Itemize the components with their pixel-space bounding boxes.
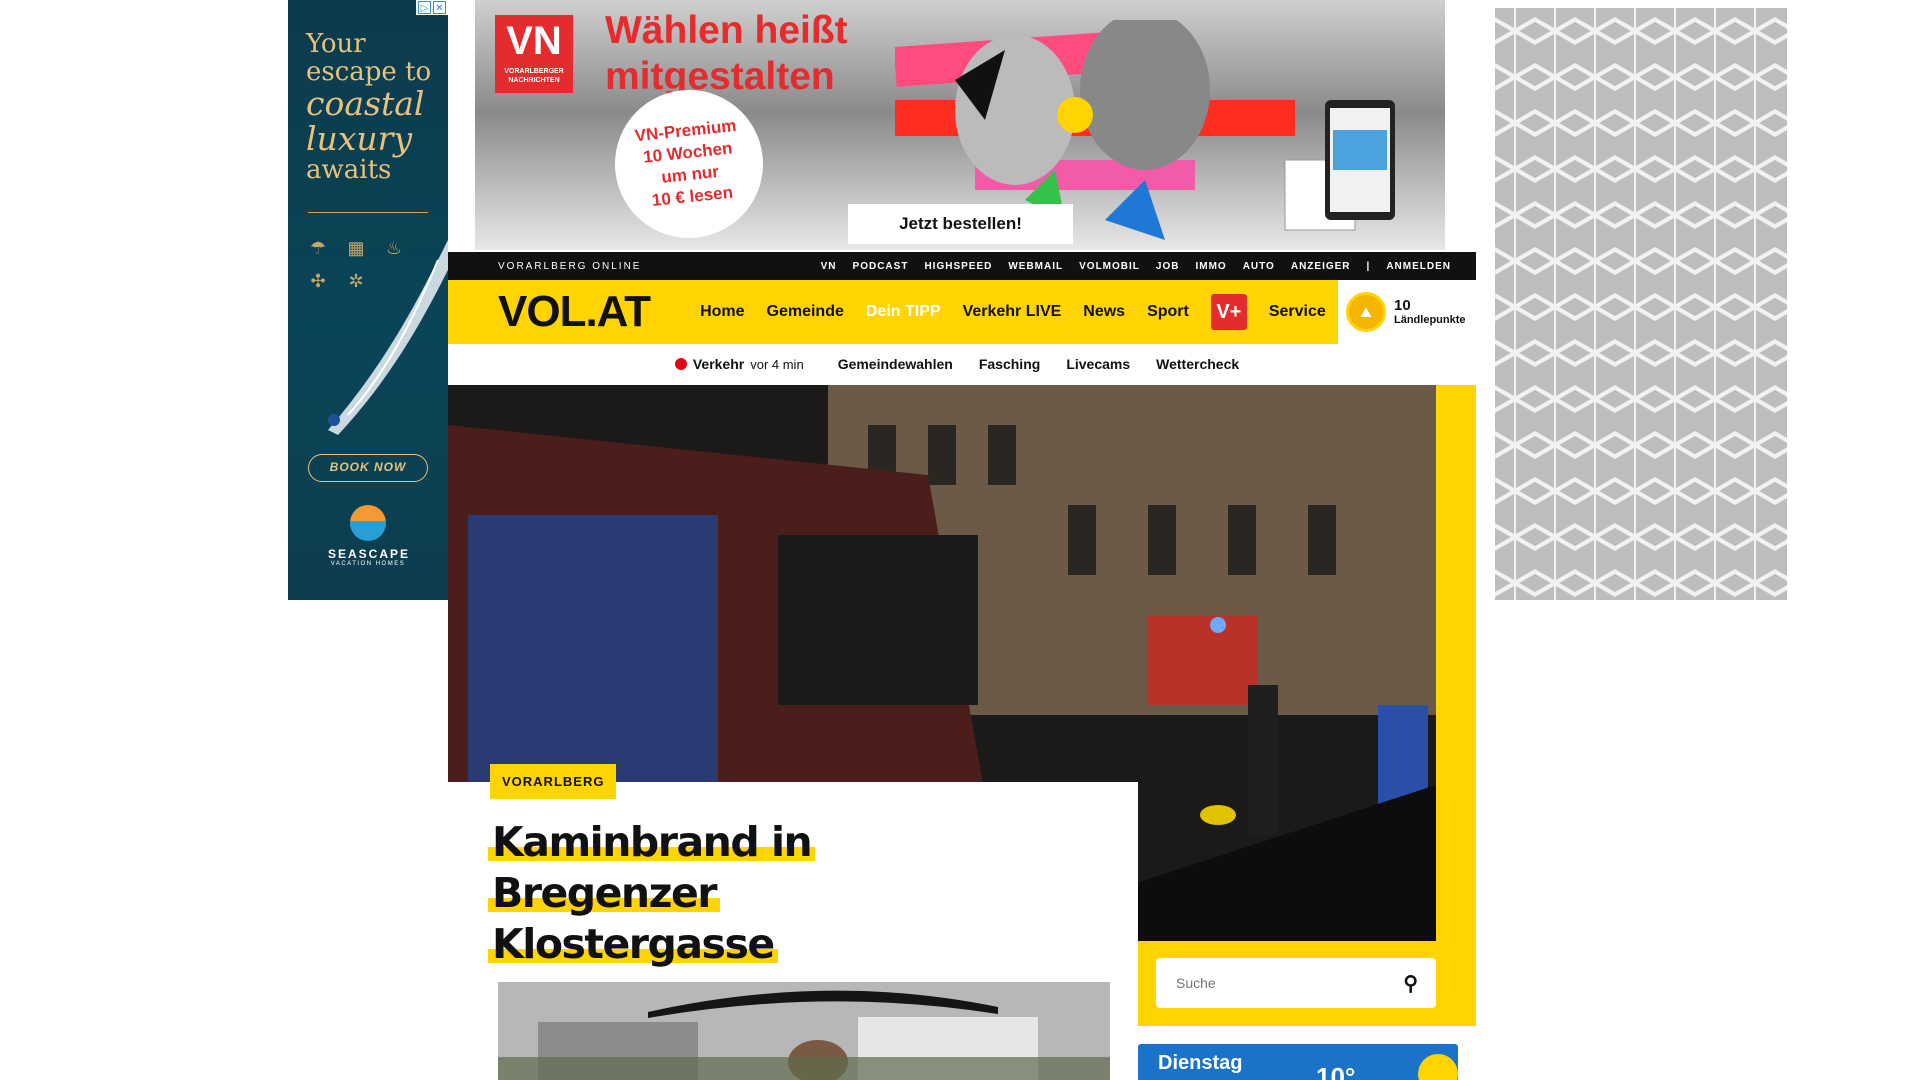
hero-yellow-bar: [1436, 385, 1476, 941]
ad-divider: [308, 212, 428, 213]
devices-graphic: [1284, 100, 1395, 231]
main-navigation: VOL.AT Home Gemeinde Dein TIPP Verkehr L…: [448, 280, 1476, 344]
search-input[interactable]: [1174, 974, 1404, 992]
subnav-item-wettercheck[interactable]: Wettercheck: [1156, 356, 1239, 372]
utility-links: VN PODCAST HIGHSPEED WEBMAIL VOLMOBIL JO…: [821, 261, 1451, 272]
vn-logo: VN VORARLBERGER NACHRICHTEN: [495, 15, 573, 93]
seascape-logo: SEASCAPE VACATION HOMES: [328, 505, 408, 567]
weather-temperature: 10°: [1316, 1062, 1356, 1080]
weather-day: Dienstag: [1158, 1052, 1243, 1074]
site-logo[interactable]: VOL.AT: [498, 287, 651, 337]
subnav-item-fasching[interactable]: Fasching: [979, 356, 1040, 372]
seascape-mark-icon: [350, 505, 386, 541]
umbrella-photo: [498, 982, 1110, 1080]
traffic-label: Verkehr: [692, 356, 745, 372]
utility-separator: |: [1366, 260, 1371, 272]
lead-article-card[interactable]: VORARLBERG Kaminbrand in Bregenzer Klost…: [448, 764, 1138, 1080]
utility-link-job[interactable]: JOB: [1156, 261, 1180, 272]
utility-link-vn[interactable]: VN: [821, 261, 837, 272]
right-pattern-ad[interactable]: [1495, 8, 1787, 600]
points-label: Ländlepunkte: [1394, 314, 1466, 326]
nav-item-gemeinde[interactable]: Gemeinde: [767, 303, 844, 321]
nav-item-service[interactable]: Service: [1269, 303, 1326, 321]
utility-link-immo[interactable]: IMMO: [1195, 261, 1226, 272]
secondary-article-image[interactable]: [498, 982, 1110, 1080]
nav-item-news[interactable]: News: [1083, 303, 1125, 321]
utility-link-volmobil[interactable]: VOLMOBIL: [1079, 261, 1140, 272]
top-utility-bar: VORARLBERG ONLINE VN PODCAST HIGHSPEED W…: [448, 252, 1476, 280]
nav-item-verkehr-live[interactable]: Verkehr LIVE: [963, 303, 1062, 321]
login-link[interactable]: ANMELDEN: [1386, 261, 1451, 272]
book-now-button[interactable]: BOOK NOW: [308, 454, 428, 482]
search-box[interactable]: ⚲: [1156, 958, 1436, 1008]
category-tag[interactable]: VORARLBERG: [490, 764, 617, 799]
banner-headline: Wählen heißt mitgestalten: [605, 9, 848, 98]
order-now-button[interactable]: Jetzt bestellen!: [848, 204, 1073, 244]
utility-link-webmail[interactable]: WEBMAIL: [1008, 261, 1063, 272]
traffic-live-item[interactable]: Verkehr vor 4 min: [674, 356, 804, 372]
utility-link-auto[interactable]: AUTO: [1243, 261, 1275, 272]
points-value: 10: [1394, 297, 1411, 314]
nav-item-home[interactable]: Home: [700, 303, 744, 321]
nav-items: Home Gemeinde Dein TIPP Verkehr LIVE New…: [700, 294, 1326, 330]
ad-close-icon[interactable]: ✕: [433, 1, 446, 14]
nav-item-dein-tipp[interactable]: Dein TIPP: [866, 303, 941, 321]
subnav-item-gemeindewahlen[interactable]: Gemeindewahlen: [838, 356, 953, 372]
utility-link-podcast[interactable]: PODCAST: [853, 261, 909, 272]
search-icon[interactable]: ⚲: [1403, 971, 1418, 996]
adchoices-icons[interactable]: ▷ ✕: [416, 0, 448, 15]
utility-link-highspeed[interactable]: HIGHSPEED: [924, 261, 992, 272]
utility-link-anzeiger[interactable]: ANZEIGER: [1291, 261, 1351, 272]
live-dot-icon: [674, 358, 687, 370]
left-skyscraper-ad[interactable]: ▷ ✕ Your escape to coastal luxury awaits…: [288, 0, 448, 600]
nav-item-sport[interactable]: Sport: [1147, 303, 1189, 321]
subnav-item-livecams[interactable]: Livecams: [1066, 356, 1130, 372]
weather-widget[interactable]: Dienstag 10°: [1138, 1044, 1458, 1080]
article-headline[interactable]: Kaminbrand in Bregenzer Klostergasse: [488, 817, 1048, 970]
mountain-coin-icon: ⛰: [1346, 292, 1386, 332]
sun-icon: [1418, 1054, 1458, 1080]
traffic-timestamp: vor 4 min: [750, 356, 804, 372]
main-nav-bar: VOL.AT Home Gemeinde Dein TIPP Verkehr L…: [448, 280, 1336, 344]
sub-navigation: Verkehr vor 4 min Gemeindewahlen Faschin…: [448, 344, 1476, 384]
laendlepunkte-widget[interactable]: ⛰ 10 Ländlepunkte: [1336, 280, 1476, 344]
vol-site: VORARLBERG ONLINE VN PODCAST HIGHSPEED W…: [448, 252, 1476, 1080]
ad-info-icon[interactable]: ▷: [418, 1, 431, 14]
site-tagline: VORARLBERG ONLINE: [498, 260, 642, 272]
vplus-button[interactable]: V+: [1210, 294, 1247, 330]
offer-badge: VN-Premium 10 Wochen um nur 10 € lesen: [607, 82, 771, 246]
swoosh-graphic: [328, 240, 448, 435]
top-banner-ad[interactable]: VN VORARLBERGER NACHRICHTEN Wählen heißt…: [475, 0, 1445, 250]
ad-headline: Your escape to coastal luxury awaits: [306, 29, 432, 185]
